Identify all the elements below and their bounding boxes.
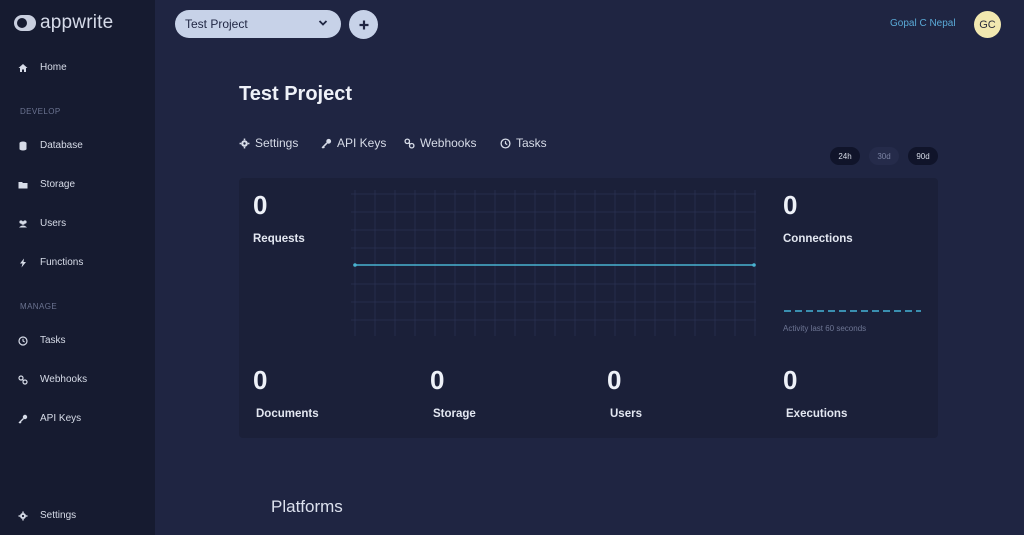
- tab-label: Settings: [255, 136, 299, 150]
- sidebar-item-functions[interactable]: Functions: [18, 257, 83, 268]
- users-value: 0: [607, 365, 622, 395]
- documents-value: 0: [253, 365, 268, 395]
- sidebar-section-develop: DEVELOP: [20, 107, 61, 116]
- sidebar-section-manage: MANAGE: [20, 302, 58, 311]
- tab-label: API Keys: [337, 136, 387, 150]
- activity-label: Activity last 60 seconds: [783, 324, 867, 333]
- key-icon: [321, 138, 332, 148]
- tab-settings[interactable]: Settings: [239, 136, 298, 150]
- database-icon: [18, 141, 28, 151]
- add-project-button[interactable]: [349, 10, 378, 39]
- plus-icon: [359, 20, 368, 29]
- sidebar-item-database[interactable]: Database: [18, 140, 83, 151]
- documents-label: Documents: [256, 408, 319, 420]
- sidebar-item-api-keys[interactable]: API Keys: [18, 413, 81, 424]
- logo-text: appwrite: [40, 12, 114, 33]
- clock-icon: [18, 335, 28, 346]
- sidebar-item-label: Webhooks: [40, 374, 88, 385]
- executions-label: Executions: [786, 408, 848, 420]
- tab-label: Webhooks: [420, 136, 477, 150]
- tab-label: Tasks: [516, 136, 547, 150]
- platforms-heading: Platforms: [271, 497, 343, 516]
- storage-value: 0: [430, 365, 445, 395]
- page-title: Test Project: [239, 83, 352, 105]
- sidebar-item-webhooks[interactable]: Webhooks: [18, 374, 87, 385]
- tab-tasks[interactable]: Tasks: [500, 136, 547, 150]
- sidebar-item-label: Database: [40, 140, 83, 151]
- link-icon: [404, 137, 415, 149]
- folder-icon: [18, 180, 28, 190]
- project-select[interactable]: Test Project: [175, 10, 341, 38]
- sidebar-item-label: API Keys: [40, 413, 82, 424]
- sidebar-item-label: Settings: [40, 510, 77, 521]
- executions-value: 0: [783, 365, 798, 395]
- appwrite-logo-icon: [14, 15, 36, 31]
- range-90d-button[interactable]: 90d: [908, 147, 938, 165]
- users-label: Users: [610, 408, 642, 420]
- chart-grid: [351, 190, 756, 336]
- connections-label: Connections: [783, 233, 853, 245]
- requests-chart: [351, 190, 756, 336]
- sidebar-item-label: Tasks: [40, 335, 66, 346]
- range-24h-button[interactable]: 24h: [830, 147, 860, 165]
- sidebar-item-label: Home: [40, 62, 67, 73]
- requests-value: 0: [253, 190, 268, 220]
- chevron-down-icon: [318, 20, 328, 26]
- sidebar-item-home[interactable]: Home: [18, 62, 67, 73]
- project-select-value: Test Project: [185, 17, 248, 31]
- user-name-link[interactable]: Gopal C Nepal: [890, 18, 956, 29]
- avatar[interactable]: GC: [974, 11, 1001, 38]
- tab-api-keys[interactable]: API Keys: [321, 136, 386, 150]
- clock-icon: [500, 137, 511, 149]
- users-icon: [18, 219, 28, 229]
- sidebar-item-label: Users: [40, 218, 67, 229]
- link-icon: [18, 374, 28, 385]
- appwrite-logo[interactable]: appwrite: [14, 12, 113, 34]
- connections-value: 0: [783, 190, 798, 220]
- storage-label: Storage: [433, 408, 476, 420]
- bolt-icon: [18, 258, 28, 268]
- sidebar-item-settings[interactable]: Settings: [18, 510, 76, 521]
- sidebar-item-storage[interactable]: Storage: [18, 179, 75, 190]
- gear-icon: [239, 138, 250, 148]
- key-icon: [18, 414, 28, 424]
- sidebar-item-label: Storage: [40, 179, 76, 190]
- sidebar-item-label: Functions: [40, 257, 84, 268]
- requests-point-end: [752, 263, 756, 267]
- activity-sparkline: [784, 310, 921, 312]
- tab-webhooks[interactable]: Webhooks: [404, 136, 476, 150]
- gear-icon: [18, 511, 28, 521]
- home-icon: [18, 63, 28, 73]
- sidebar-item-tasks[interactable]: Tasks: [18, 335, 66, 346]
- requests-point-start: [353, 263, 357, 267]
- sidebar-item-users[interactable]: Users: [18, 218, 66, 229]
- requests-label: Requests: [253, 233, 305, 245]
- sidebar: appwrite Home DEVELOP Database Storage U…: [0, 0, 155, 535]
- range-30d-button[interactable]: 30d: [869, 147, 899, 165]
